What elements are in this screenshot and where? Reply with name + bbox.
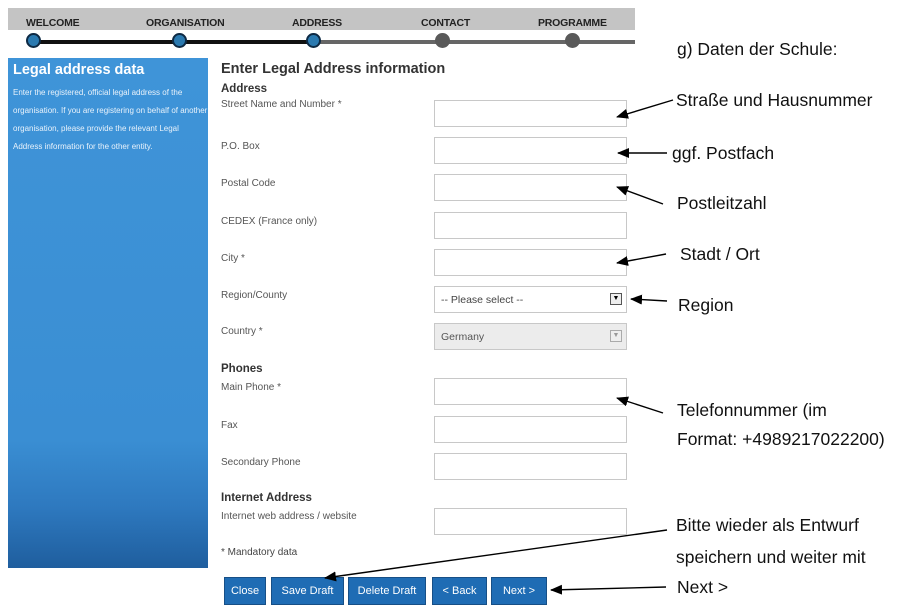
annotation-street: Straße und Hausnummer xyxy=(676,90,873,110)
arrow-save-draft xyxy=(324,529,668,582)
arrow-postal xyxy=(616,186,664,205)
annotation-region: Region xyxy=(678,295,734,315)
arrow-city xyxy=(616,253,667,266)
annotation-save-line2: speichern und weiter mit xyxy=(676,547,866,567)
annotation-save-line3: Next > xyxy=(677,577,729,597)
annotation-city: Stadt / Ort xyxy=(680,244,760,264)
arrow-phone xyxy=(616,396,664,414)
arrow-street xyxy=(616,99,674,119)
annotation-header: g) Daten der Schule: xyxy=(677,39,838,59)
arrow-region xyxy=(630,294,668,305)
annotation-postal: Postleitzahl xyxy=(677,193,767,213)
annotation-phone-line2: Format: +4989217022200) xyxy=(677,429,885,449)
annotation-save-line1: Bitte wieder als Entwurf xyxy=(676,515,859,535)
arrow-next xyxy=(550,584,667,595)
annotation-phone-line1: Telefonnummer (im xyxy=(677,400,827,420)
annotation-po-box: ggf. Postfach xyxy=(672,143,775,163)
